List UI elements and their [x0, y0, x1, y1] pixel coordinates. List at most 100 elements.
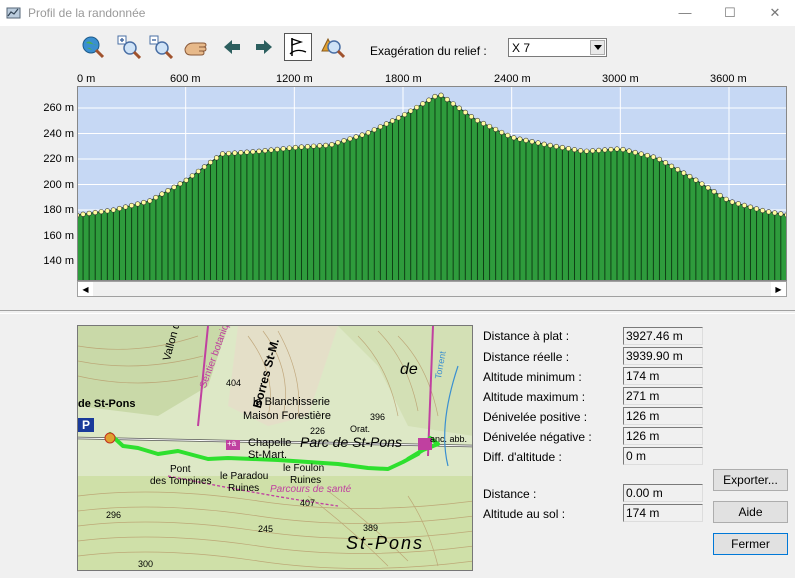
zoom-in-button[interactable] [116, 34, 142, 60]
help-button[interactable]: Aide [713, 501, 788, 523]
profile-point [614, 146, 620, 152]
profile-point [365, 130, 371, 136]
profile-point [226, 150, 232, 157]
scroll-right-arrow-icon[interactable]: ▶ [771, 282, 786, 296]
profile-point [553, 143, 559, 150]
close-window-button[interactable]: ✕ [752, 0, 795, 26]
altitude-sol-label: Altitude au sol : [483, 507, 566, 521]
topographic-map[interactable]: Vallon du G. Sentier botanique Borres St… [77, 325, 473, 571]
profile-point [165, 188, 171, 194]
distance-reelle-label: Distance réelle : [483, 350, 570, 364]
profile-point [681, 170, 687, 176]
map-label-blanchisserie: la Blanchisserie [253, 396, 331, 408]
profile-point [596, 147, 602, 153]
profile-point [383, 121, 390, 127]
profile-point [171, 184, 177, 190]
profile-point [729, 199, 735, 205]
denivelee-positive-field: 126 m [623, 407, 703, 425]
profile-point [474, 117, 481, 124]
pan-hand-button[interactable] [183, 34, 209, 60]
zoom-in-icon [117, 35, 141, 59]
profile-point [402, 112, 408, 118]
map-label-de: de [400, 361, 418, 378]
profile-point [298, 144, 305, 150]
close-button[interactable]: Fermer [713, 533, 788, 555]
profile-flag-button[interactable] [284, 33, 312, 61]
profile-point [529, 139, 535, 145]
profile-point [262, 148, 268, 154]
y-tick-160: 160 m [43, 230, 74, 242]
profile-point [705, 185, 711, 191]
profile-point [741, 202, 747, 209]
profile-point [584, 148, 590, 154]
profile-point [389, 118, 396, 124]
arrow-right-icon [256, 40, 272, 54]
profile-point [626, 148, 632, 154]
profile-point [772, 210, 778, 216]
window-title: Profil de la randonnée [28, 6, 146, 20]
map-label-parcours: Parcours de santé [270, 484, 352, 495]
profile-point [341, 138, 347, 144]
profile-point [541, 141, 547, 147]
minimize-button[interactable]: — [662, 0, 708, 26]
profile-point [304, 143, 311, 150]
map-label-lift: +a [227, 439, 237, 448]
map-label-de-st-pons: de St-Pons [78, 398, 136, 410]
profile-horizontal-scrollbar[interactable]: ◀ ▶ [77, 281, 787, 297]
x-tick-2400: 2400 m [494, 73, 531, 85]
title-bar: Profil de la randonnée — ☐ ✕ [0, 0, 795, 26]
map-label-foulon: le Foulon [283, 463, 325, 474]
distance-field: 0.00 m [623, 484, 703, 502]
map-label-anc-abb: anc. abb. [430, 434, 468, 444]
profile-point [735, 201, 741, 207]
arrow-left-icon [224, 40, 240, 54]
flag-profile-icon [289, 38, 307, 56]
terrain-zoom-button[interactable] [320, 34, 346, 60]
maximize-button[interactable]: ☐ [707, 0, 753, 26]
denivelee-positive-label: Dénivelée positive : [483, 410, 588, 424]
x-tick-1200: 1200 m [276, 73, 313, 85]
profile-point [559, 144, 565, 151]
relief-exaggeration-label: Exagération du relief : [370, 44, 487, 58]
scroll-left-arrow-icon[interactable]: ◀ [78, 282, 93, 296]
profile-point [717, 192, 723, 199]
profile-point [80, 211, 86, 217]
map-label-300: 300 [138, 559, 154, 569]
section-divider [0, 310, 795, 314]
profile-point [535, 140, 541, 146]
altitude-max-label: Altitude maximum : [483, 390, 586, 404]
map-label-407: 407 [300, 498, 316, 508]
profile-point [668, 163, 675, 169]
profile-point [486, 123, 493, 130]
profile-point [547, 142, 553, 148]
y-tick-200: 200 m [43, 179, 74, 191]
back-button[interactable] [219, 34, 245, 60]
profile-point [450, 101, 456, 107]
relief-exaggeration-select[interactable]: X 7 [508, 38, 607, 57]
altitude-min-field: 174 m [623, 367, 703, 385]
map-label-389: 389 [363, 523, 379, 533]
profile-point [432, 93, 438, 100]
x-tick-3600: 3600 m [710, 73, 747, 85]
globe-zoom-button[interactable] [80, 34, 106, 60]
map-label-parc: Parc de St-Pons [300, 434, 402, 450]
profile-point [699, 181, 705, 187]
dropdown-arrow-icon[interactable] [590, 40, 605, 55]
profile-point [256, 148, 262, 154]
profile-point [778, 211, 784, 217]
profile-point [268, 147, 274, 153]
distance-plat-label: Distance à plat : [483, 329, 570, 343]
profile-point [444, 96, 450, 103]
profile-point [238, 149, 244, 156]
zoom-out-button[interactable] [148, 34, 174, 60]
profile-point [371, 127, 377, 133]
map-label-st-pons: St-Pons [346, 533, 425, 553]
profile-point [232, 150, 238, 156]
profile-point [195, 168, 201, 174]
distance-reelle-field: 3939.90 m [623, 347, 703, 365]
profile-point [693, 177, 699, 183]
forward-button[interactable] [251, 34, 277, 60]
export-button[interactable]: Exporter... [713, 469, 788, 491]
profile-point [414, 104, 420, 111]
elevation-profile-chart[interactable] [77, 86, 787, 281]
